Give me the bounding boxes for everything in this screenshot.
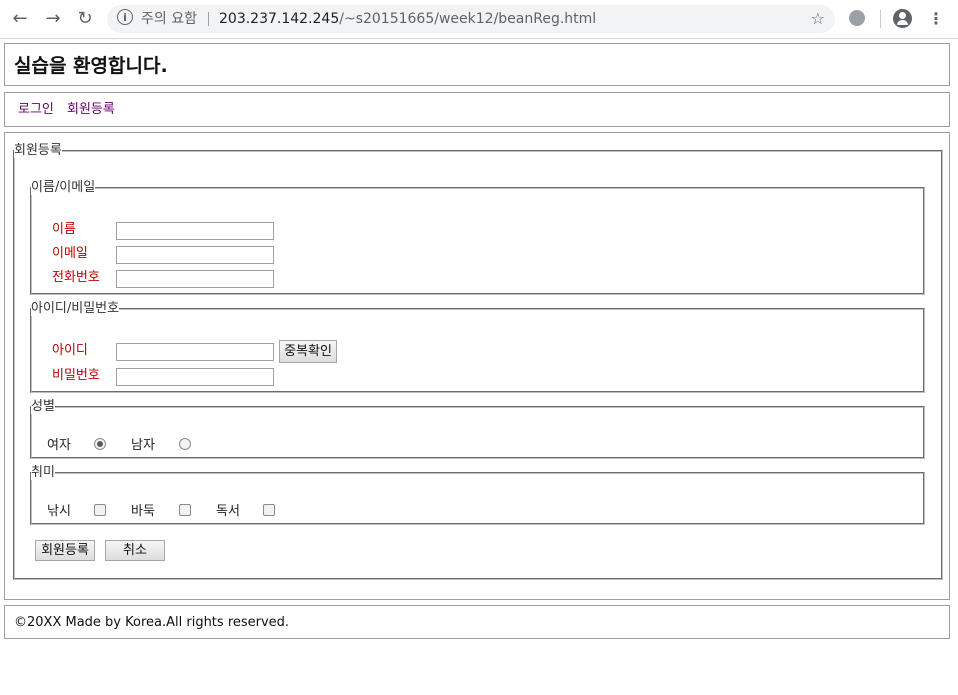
gender-fieldset: 성별 여자 남자: [30, 400, 925, 459]
security-warning[interactable]: 주의 요함: [141, 9, 197, 29]
gender-female-radio[interactable]: [94, 438, 106, 450]
toolbar-divider: [880, 10, 881, 28]
bookmark-star-icon[interactable]: ☆: [811, 8, 825, 30]
account-fieldset: 아이디/비밀번호 아이디 중복확인 비밀번호: [30, 302, 925, 393]
address-divider: [208, 12, 209, 26]
cancel-button[interactable]: 취소: [105, 540, 165, 561]
name-label: 이름: [52, 222, 76, 237]
hobby-legend: 취미: [31, 465, 55, 480]
profile-avatar-icon[interactable]: [893, 9, 912, 28]
id-input[interactable]: [116, 343, 274, 361]
hobby-baduk-checkbox[interactable]: [179, 504, 191, 516]
hobby-baduk-label: 바둑: [131, 504, 155, 519]
check-duplicate-button[interactable]: 중복확인: [279, 340, 337, 363]
id-label: 아이디: [52, 343, 88, 358]
submit-register-button[interactable]: 회원등록: [35, 540, 95, 561]
email-input[interactable]: [116, 246, 274, 264]
phone-label: 전화번호: [52, 270, 100, 285]
content-area: 회원등록 이름/이메일 이름 이메일 전화번호 아이디/비밀번호 아이디 중복확…: [4, 132, 950, 600]
hobby-fishing-checkbox[interactable]: [94, 504, 106, 516]
hobby-fishing-label: 낚시: [47, 504, 71, 519]
forward-arrow-icon[interactable]: →: [42, 8, 64, 30]
page-header: 실습을 환영합니다.: [4, 43, 950, 86]
password-input[interactable]: [116, 368, 274, 386]
registration-fieldset: 회원등록 이름/이메일 이름 이메일 전화번호 아이디/비밀번호 아이디 중복확…: [13, 144, 943, 580]
gender-male-label: 남자: [131, 438, 155, 453]
gender-female-label: 여자: [47, 438, 71, 453]
name-input[interactable]: [116, 222, 274, 240]
name-email-fieldset: 이름/이메일 이름 이메일 전화번호: [30, 181, 925, 295]
page-footer: ©20XX Made by Korea.All rights reserved.: [4, 605, 950, 639]
page-title: 실습을 환영합니다.: [14, 55, 168, 77]
nav-login-link[interactable]: 로그인: [18, 101, 54, 119]
email-label: 이메일: [52, 246, 88, 261]
browser-toolbar: ← → ↻ i 주의 요함 203.237.142.245/~s20151665…: [0, 0, 958, 39]
info-icon[interactable]: i: [117, 9, 133, 25]
back-arrow-icon[interactable]: ←: [9, 8, 31, 30]
nav-register-link[interactable]: 회원등록: [67, 101, 115, 119]
address-bar[interactable]: i 주의 요함 203.237.142.245/~s20151665/week1…: [107, 5, 835, 33]
registration-legend: 회원등록: [14, 143, 62, 158]
globe-icon[interactable]: [849, 10, 865, 26]
name-email-legend: 이름/이메일: [31, 180, 96, 195]
hobby-fieldset: 취미 낚시 바둑 독서: [30, 466, 925, 525]
hobby-reading-checkbox[interactable]: [263, 504, 275, 516]
password-label: 비밀번호: [52, 368, 100, 383]
gender-legend: 성별: [31, 399, 55, 414]
url-host: 203.237.142.245: [219, 11, 340, 27]
nav-bar: 로그인 회원등록: [4, 92, 950, 127]
account-legend: 아이디/비밀번호: [31, 301, 120, 316]
kebab-menu-icon[interactable]: ⋮: [928, 9, 944, 29]
url-path: /~s20151665/week12/beanReg.html: [339, 11, 597, 27]
phone-input[interactable]: [116, 270, 274, 288]
hobby-reading-label: 독서: [216, 504, 240, 519]
footer-copyright: ©20XX Made by Korea.All rights reserved.: [14, 615, 290, 630]
reload-icon[interactable]: ↻: [74, 8, 96, 30]
url-text[interactable]: 203.237.142.245/~s20151665/week12/beanRe…: [219, 9, 596, 29]
gender-male-radio[interactable]: [179, 438, 191, 450]
